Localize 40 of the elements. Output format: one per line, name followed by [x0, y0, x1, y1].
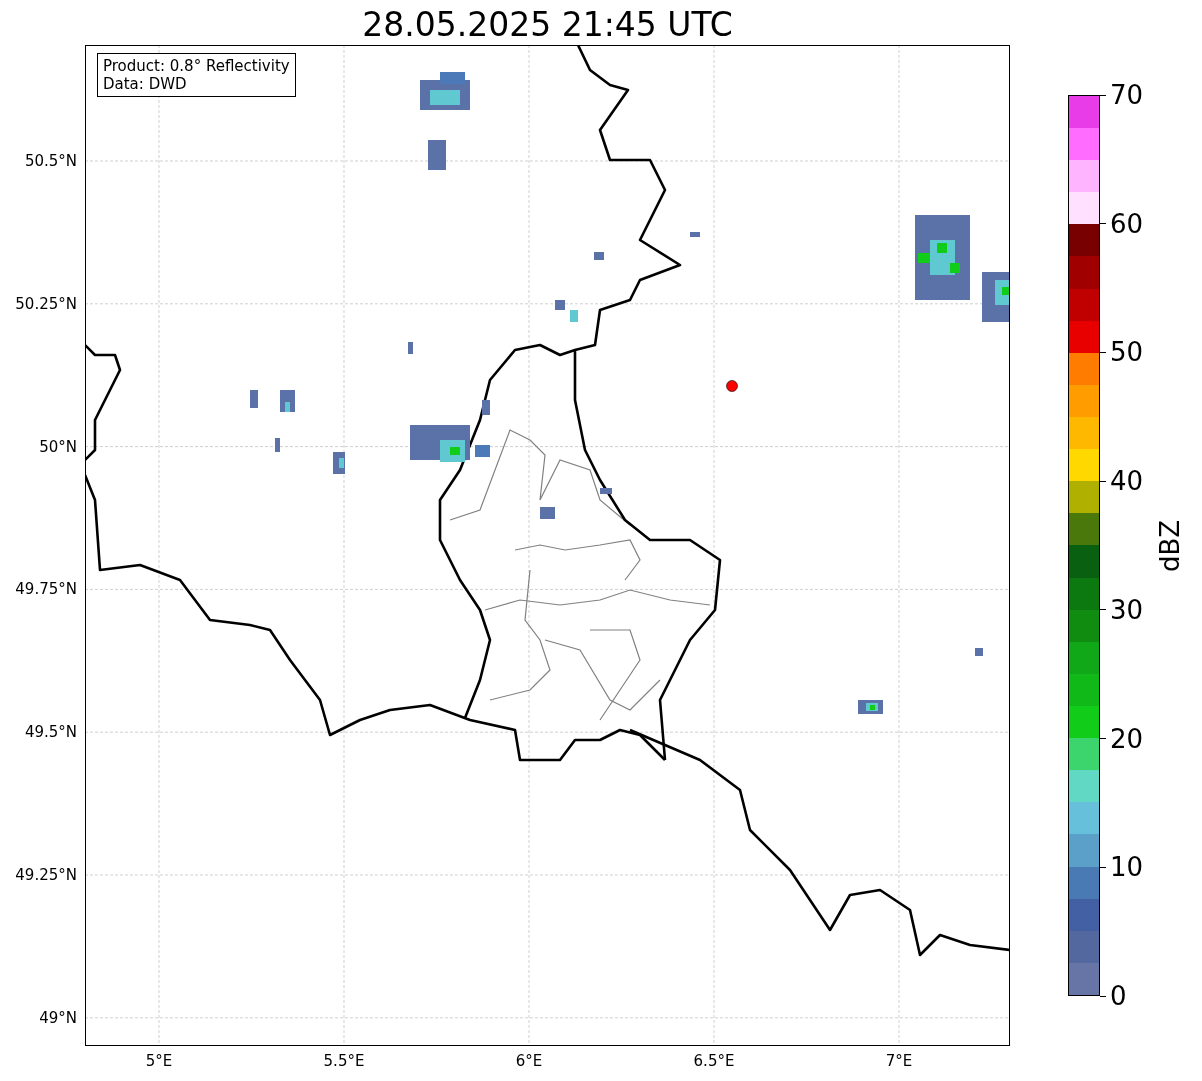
colorbar-tick-label: 50: [1110, 337, 1144, 368]
radar-echo: [690, 232, 700, 237]
colorbar-tick-label: 70: [1110, 80, 1144, 110]
radar-echo: [333, 452, 345, 474]
chart-title: 28.05.2025 21:45 UTC: [362, 5, 733, 45]
radar-echo: [540, 507, 555, 519]
latitude-label: 49.25°N: [15, 866, 77, 884]
colorbar-label: dBZ: [1155, 519, 1185, 572]
info-text: Product: 0.8° Reflectivity: [103, 57, 290, 75]
latitude-label: 49.5°N: [24, 723, 77, 742]
colorbar-tick-label: 60: [1110, 208, 1144, 239]
radar-echo: [428, 140, 446, 170]
latitude-label: 50°N: [39, 437, 77, 456]
radar-echo: [482, 400, 490, 415]
radar-echo: [982, 272, 1009, 322]
longitude-label: 7°E: [885, 1052, 913, 1070]
latitude-label: 49°N: [39, 1008, 77, 1027]
colorbar-tick-label: 40: [1110, 466, 1144, 497]
radar-echo: [555, 300, 578, 322]
colorbar-tick-label: 0: [1110, 981, 1127, 1011]
longitude-label: 6°E: [515, 1052, 543, 1070]
colorbar-tick-label: 30: [1110, 594, 1144, 625]
radar-echo: [408, 342, 413, 354]
radar-echo: [975, 648, 983, 656]
longitude-label: 5.5°E: [323, 1052, 365, 1070]
longitude-label: 5°E: [145, 1052, 173, 1070]
radar-echo: [420, 72, 470, 110]
info-text: Data: DWD: [103, 75, 188, 93]
radar-echo: [250, 390, 295, 412]
location-marker: [726, 380, 738, 392]
radar-echo: [594, 252, 604, 260]
latitude-label: 50.25°N: [15, 294, 77, 313]
colorbar-tick-label: 10: [1110, 852, 1144, 883]
latitude-label: 50.5°N: [24, 152, 77, 170]
radar-echo: [600, 488, 612, 494]
longitude-label: 6.5°E: [693, 1052, 735, 1070]
latitude-label: 49.75°N: [15, 580, 77, 599]
radar-echo: [858, 700, 883, 714]
radar-echo: [275, 438, 280, 452]
colorbar-tick-label: 20: [1110, 723, 1144, 754]
